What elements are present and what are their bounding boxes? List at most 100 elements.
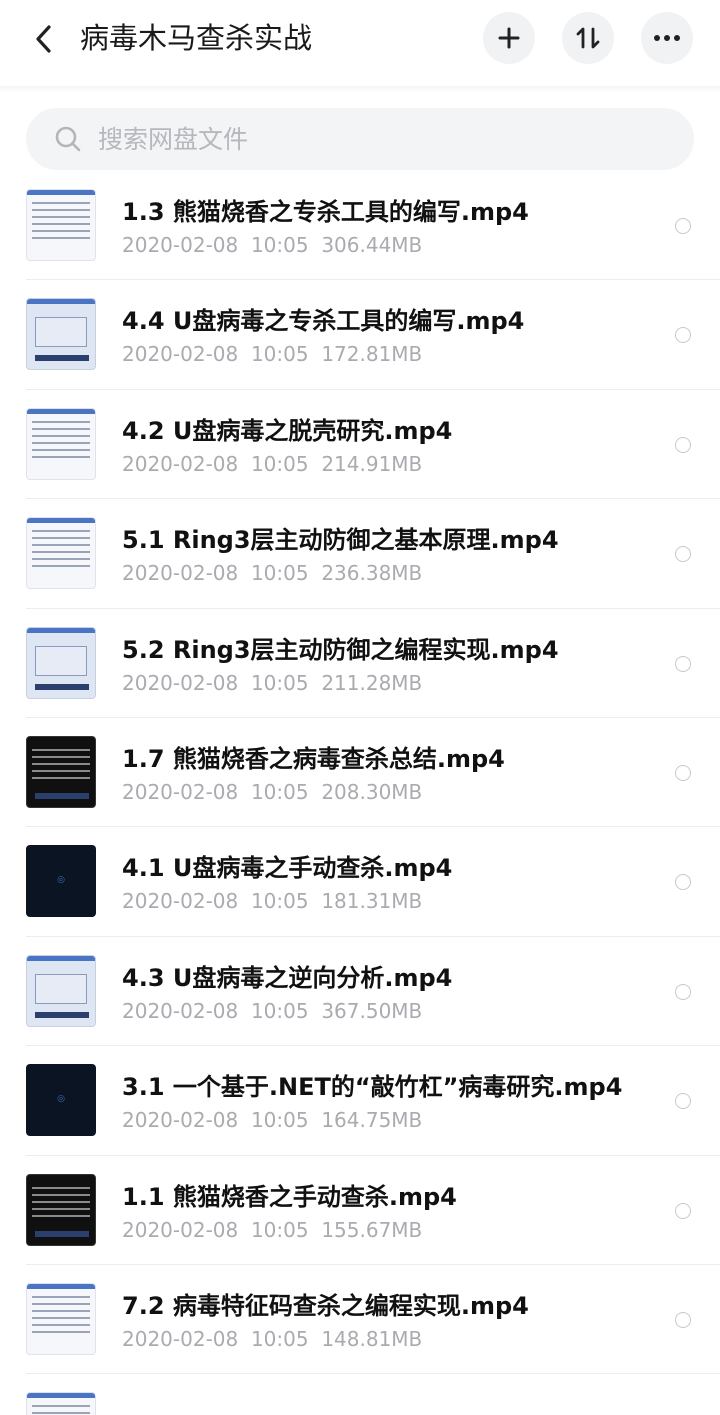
select-radio[interactable] xyxy=(675,1202,691,1219)
file-name: 1.3 熊猫烧香之专杀工具的编写.mp4 xyxy=(122,198,529,226)
thumbnail-logo: ◎ xyxy=(57,1094,65,1105)
file-size: 148.81MB xyxy=(321,1326,423,1351)
file-name: 7.2 病毒特征码查杀之编程实现.mp4 xyxy=(122,1291,529,1320)
file-size: 155.67MB xyxy=(321,1217,423,1242)
file-row[interactable]: 4.3 U盘病毒之逆向分析.mp4 2020-02-08 10:05 367.50… xyxy=(0,937,720,1047)
file-size: 306.44MB xyxy=(321,233,423,257)
file-date: 2020-02-08 xyxy=(122,998,239,1023)
file-row[interactable]: 4.4 U盘病毒之专杀工具的编写.mp4 2020-02-08 10:05 172… xyxy=(0,280,720,390)
file-date: 2020-02-08 xyxy=(122,670,239,695)
file-row[interactable]: 5.1 Ring3层主动防御之基本原理.mp4 2020-02-08 10:05 … xyxy=(0,499,720,609)
file-time: 10:05 xyxy=(250,779,309,804)
file-row[interactable]: ◎ 3.1 一个基于.NET的“敲竹杠”病毒研究.mp4 2020-02-08 10… xyxy=(0,1046,720,1156)
sort-button[interactable] xyxy=(562,12,614,64)
video-thumbnail xyxy=(26,1282,96,1355)
file-meta: 2020-02-08 10:05 214.91MB xyxy=(122,450,422,478)
file-row[interactable]: 1.3 熊猫烧香之专杀工具的编写.mp4 2020-02-08 10:05 306… xyxy=(0,171,720,281)
file-row[interactable]: 4.2 U盘病毒之脱壳研究.mp4 2020-02-08 10:05 214.91… xyxy=(0,390,720,500)
file-date: 2020-02-08 xyxy=(122,1326,239,1351)
file-date: 2020-02-08 xyxy=(122,233,239,257)
file-row[interactable]: 1.1 熊猫烧香之手动查杀.mp4 2020-02-08 10:05 155.67… xyxy=(0,1156,720,1265)
file-meta: 2020-02-08 10:05 367.50MB xyxy=(122,997,422,1025)
file-meta: 2020-02-08 10:05 306.44MB xyxy=(122,231,422,259)
file-name: 1.1 熊猫烧香之手动查杀.mp4 xyxy=(122,1182,457,1211)
select-radio[interactable] xyxy=(675,764,691,781)
file-list: 1.3 熊猫烧香之专杀工具的编写.mp4 2020-02-08 10:05 306… xyxy=(0,171,720,1415)
video-thumbnail xyxy=(26,1173,96,1246)
select-radio[interactable] xyxy=(675,1311,691,1328)
file-name: 4.1 U盘病毒之手动查杀.mp4 xyxy=(122,854,453,883)
file-date: 2020-02-08 xyxy=(122,1108,239,1133)
video-thumbnail xyxy=(26,735,96,808)
file-time: 10:05 xyxy=(250,451,309,476)
file-date: 2020-02-08 xyxy=(122,451,239,476)
file-meta: 2020-02-08 10:05 164.75MB xyxy=(122,1106,422,1134)
file-size: 172.81MB xyxy=(321,342,423,367)
file-name: 5.1 Ring3层主动防御之基本原理.mp4 xyxy=(122,526,559,555)
sort-arrows-icon xyxy=(576,27,600,49)
file-name: 1.7 熊猫烧香之病毒查杀总结.mp4 xyxy=(122,744,505,773)
file-time: 10:05 xyxy=(250,342,309,367)
video-thumbnail xyxy=(26,189,96,261)
select-radio[interactable] xyxy=(675,874,691,891)
plus-icon xyxy=(498,27,520,49)
file-row[interactable]: 1.7 熊猫烧香之病毒查杀总结.mp4 2020-02-08 10:05 208.… xyxy=(0,718,720,828)
thumbnail-logo: ◎ xyxy=(57,875,65,886)
video-thumbnail xyxy=(26,407,96,480)
video-thumbnail xyxy=(26,517,96,590)
file-size: 236.38MB xyxy=(321,561,423,586)
header-divider xyxy=(0,86,720,92)
back-button[interactable] xyxy=(26,20,62,58)
file-row[interactable]: 5.2 Ring3层主动防御之编程实现.mp4 2020-02-08 10:05 … xyxy=(0,609,720,718)
video-thumbnail xyxy=(26,954,96,1027)
add-button[interactable] xyxy=(483,12,535,64)
video-thumbnail: ◎ xyxy=(26,845,96,918)
file-name: 4.4 U盘病毒之专杀工具的编写.mp4 xyxy=(122,307,525,336)
file-name: 5.2 Ring3层主动防御之编程实现.mp4 xyxy=(122,635,559,664)
select-radio[interactable] xyxy=(675,436,691,453)
file-time: 10:05 xyxy=(250,233,309,257)
select-radio[interactable] xyxy=(675,655,691,672)
select-radio[interactable] xyxy=(675,983,691,1000)
file-time: 10:05 xyxy=(250,1108,309,1133)
file-name: 4.2 U盘病毒之脱壳研究.mp4 xyxy=(122,416,453,445)
file-meta: 2020-02-08 10:05 148.81MB xyxy=(122,1325,422,1353)
file-meta: 2020-02-08 10:05 211.28MB xyxy=(122,669,422,697)
file-time: 10:05 xyxy=(250,998,309,1023)
select-radio[interactable] xyxy=(675,546,691,563)
file-meta: 2020-02-08 10:05 155.67MB xyxy=(122,1216,422,1244)
file-row[interactable]: ◎ 4.1 U盘病毒之手动查杀.mp4 2020-02-08 10:05 181.3… xyxy=(0,827,720,937)
file-date: 2020-02-08 xyxy=(122,1217,239,1242)
select-radio[interactable] xyxy=(675,327,691,344)
more-dots-icon xyxy=(654,35,680,41)
page-title: 病毒木马查杀实战 xyxy=(80,21,313,55)
file-row[interactable] xyxy=(0,1374,720,1415)
file-date: 2020-02-08 xyxy=(122,342,239,367)
select-radio[interactable] xyxy=(675,1093,691,1110)
app-header: 病毒木马查杀实战 xyxy=(0,0,720,88)
file-date: 2020-02-08 xyxy=(122,889,239,914)
file-date: 2020-02-08 xyxy=(122,779,239,804)
file-size: 214.91MB xyxy=(321,451,423,476)
search-icon xyxy=(55,126,81,152)
file-size: 208.30MB xyxy=(321,779,423,804)
select-radio[interactable] xyxy=(675,218,691,234)
file-row[interactable]: 7.2 病毒特征码查杀之编程实现.mp4 2020-02-08 10:05 148… xyxy=(0,1265,720,1375)
file-meta: 2020-02-08 10:05 181.31MB xyxy=(122,887,422,915)
file-time: 10:05 xyxy=(250,561,309,586)
file-size: 164.75MB xyxy=(321,1108,423,1133)
file-time: 10:05 xyxy=(250,1326,309,1351)
video-thumbnail: ◎ xyxy=(26,1064,96,1137)
video-thumbnail xyxy=(26,298,96,371)
file-size: 367.50MB xyxy=(321,998,423,1023)
file-time: 10:05 xyxy=(250,1217,309,1242)
file-name: 4.3 U盘病毒之逆向分析.mp4 xyxy=(122,963,453,992)
more-button[interactable] xyxy=(641,12,693,64)
file-meta: 2020-02-08 10:05 236.38MB xyxy=(122,559,422,587)
search-input[interactable] xyxy=(98,118,658,160)
chevron-left-icon xyxy=(36,25,51,53)
file-date: 2020-02-08 xyxy=(122,561,239,586)
file-time: 10:05 xyxy=(250,889,309,914)
file-name: 3.1 一个基于.NET的“敲竹杠”病毒研究.mp4 xyxy=(122,1073,623,1102)
search-bar[interactable] xyxy=(26,108,694,170)
